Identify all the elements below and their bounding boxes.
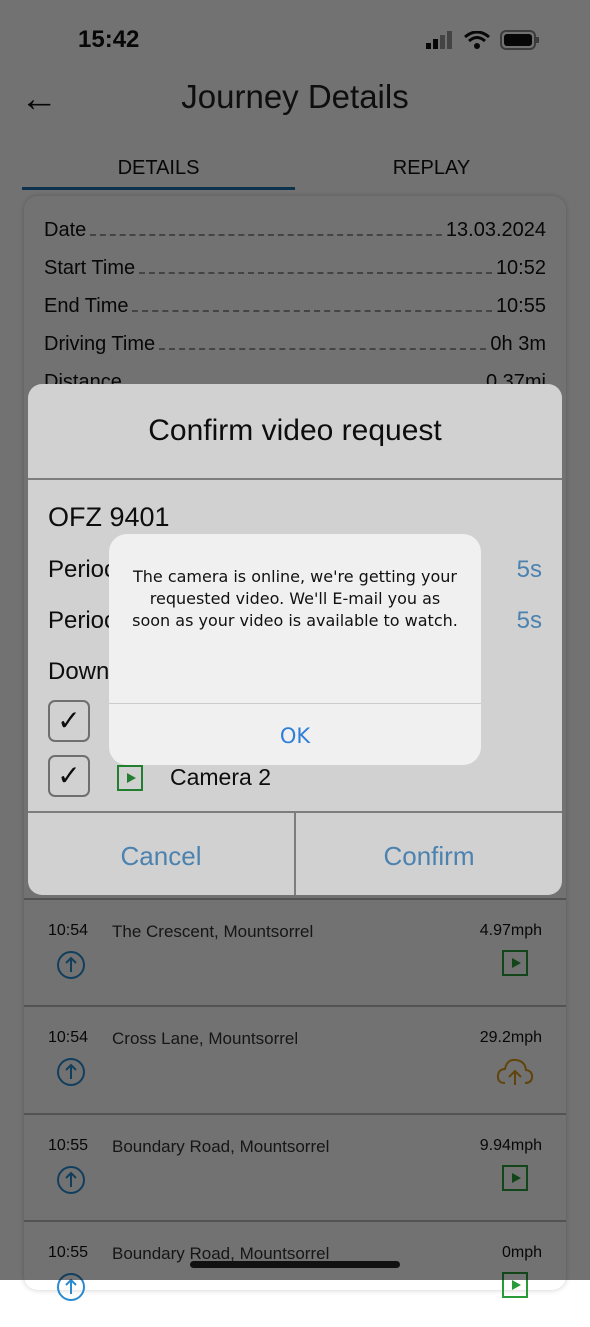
home-indicator	[190, 1261, 400, 1268]
alert-dialog: The camera is online, we're getting your…	[109, 534, 481, 765]
ok-button[interactable]: OK	[109, 704, 481, 748]
alert-message: The camera is online, we're getting your…	[109, 534, 481, 704]
